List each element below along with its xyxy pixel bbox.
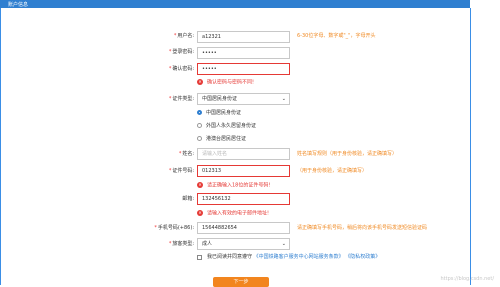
phone-hint: 请正确填写手机号码，稍后将向该手机号码发送短信验证码 <box>297 225 428 231</box>
id-number-input[interactable]: 012313 <box>197 165 290 177</box>
id-type-select[interactable]: 中国居民身份证 ⌄ <box>197 93 290 105</box>
chevron-down-icon: ⌄ <box>281 96 286 102</box>
passenger-type-label: *旅客类型: <box>168 241 194 247</box>
agreement-prefix: 我已阅读并同意遵守 <box>207 254 253 260</box>
name-hint: 姓名填写规则（用于身份核验，请正确填写） <box>297 151 398 157</box>
terms-link[interactable]: 《中国铁路客户服务中心网站服务条款》 <box>254 254 344 260</box>
section-header: 账户信息 <box>0 0 470 8</box>
id-number-label: *证件号码: <box>168 168 194 174</box>
id-type-option-1[interactable]: 中国居民身份证 <box>197 110 241 117</box>
name-label: *姓名: <box>178 151 194 157</box>
id-type-label: *证件类型: <box>168 96 194 102</box>
confirm-password-label: *确认密码: <box>168 66 194 72</box>
radio-icon <box>197 123 202 128</box>
agreement-text: 我已阅读并同意遵守 《中国铁路客户服务中心网站服务条款》 《隐私权政策》 <box>207 254 380 261</box>
name-input[interactable]: 请输入姓名 <box>197 148 290 160</box>
username-input[interactable]: a12321 <box>197 31 290 43</box>
username-hint: 6-30位字母、数字或"_"，字母开头 <box>297 33 376 39</box>
next-button[interactable]: 下一步 <box>213 277 269 287</box>
privacy-link[interactable]: 《隐私权政策》 <box>345 254 380 260</box>
confirm-password-input[interactable]: ••••• <box>197 63 290 75</box>
id-number-error: ✕ 请正确输入18位的证件号码! <box>197 182 271 189</box>
chevron-down-icon: ⌄ <box>281 241 286 247</box>
passenger-type-select[interactable]: 成人 ⌄ <box>197 238 290 250</box>
error-icon: ✕ <box>197 79 203 85</box>
email-label: 邮箱: <box>182 196 194 202</box>
id-number-hint: （用于身份核验，请正确填写） <box>297 168 368 174</box>
section-title: 账户信息 <box>8 2 29 8</box>
id-type-option-2[interactable]: 外国人永久居留身份证 <box>197 123 256 130</box>
agreement-checkbox[interactable] <box>197 255 202 260</box>
frame-border-right <box>470 8 471 285</box>
error-icon: ✕ <box>197 182 203 188</box>
id-type-option-3[interactable]: 港澳台居民居住证 <box>197 136 246 143</box>
email-input[interactable]: 132456132 <box>197 193 290 205</box>
username-label: *用户名: <box>173 33 194 39</box>
radio-icon <box>197 136 202 141</box>
email-error: ✕ 请输入有效的电子邮件地址! <box>197 210 270 217</box>
confirm-password-error: ✕ 确认密码与密码不同! <box>197 79 255 86</box>
error-icon: ✕ <box>197 210 203 216</box>
frame-border-left <box>0 8 1 285</box>
phone-input[interactable]: 15644882654 <box>197 222 290 234</box>
password-label: *登录密码: <box>168 49 194 55</box>
password-input[interactable]: ••••• <box>197 47 290 59</box>
watermark: https://blog.csdn.net/ <box>440 276 494 282</box>
phone-label: *手机号码(+86): <box>154 225 194 231</box>
radio-selected-icon <box>197 110 202 115</box>
